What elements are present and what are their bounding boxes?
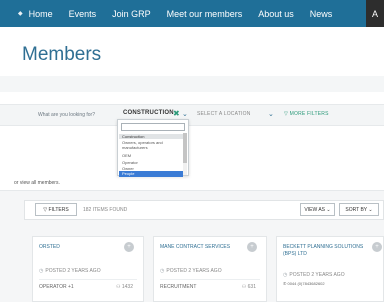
member-role: OPERATOR +1 <box>39 284 74 290</box>
member-card[interactable]: BECKETT PLANNING SOLUTIONS (BPS) LTD + ◷… <box>276 236 384 302</box>
posted-date: ◷ POSTED 2 YEARS AGO <box>39 268 101 274</box>
phone-number: ✆ 0044 (0)7843682602 <box>283 281 325 286</box>
location-chevron-down-icon[interactable]: ⌄ <box>268 110 274 118</box>
search-question-label: What are you looking for? <box>38 112 95 118</box>
posted-date: ◷ POSTED 2 YEARS AGO <box>283 272 345 278</box>
header-band <box>0 76 384 92</box>
category-select[interactable]: CONSTRUCTION <box>123 110 174 116</box>
dropdown-scrollbar-thumb[interactable] <box>183 133 187 163</box>
dropdown-search-input[interactable] <box>121 123 185 131</box>
member-role: RECRUITMENT <box>160 284 197 290</box>
clock-icon: ◷ <box>39 268 44 274</box>
dropdown-option[interactable]: Operator <box>119 160 183 165</box>
chevron-down-icon[interactable]: ⌄ <box>182 110 188 118</box>
add-icon[interactable]: + <box>124 242 134 252</box>
nav-truncated-item[interactable]: A <box>366 0 384 27</box>
dropdown-option[interactable]: Owners, operators and manufacturers <box>119 140 179 150</box>
card-divider <box>39 279 137 280</box>
dropdown-option[interactable]: OEM <box>119 153 183 158</box>
posted-text: POSTED 2 YEARS AGO <box>45 268 101 274</box>
clock-icon: ◷ <box>160 268 165 274</box>
clock-icon: ◷ <box>283 272 288 278</box>
filters-button[interactable]: ▽ FILTERS <box>35 203 77 216</box>
nav-home[interactable]: ◆ Home <box>0 0 61 27</box>
posted-text: POSTED 2 YEARS AGO <box>289 272 345 278</box>
dropdown-option-selected[interactable]: People <box>119 171 183 177</box>
dropdown-option-group-header[interactable]: Construction <box>119 134 183 139</box>
member-count-value: 631 <box>247 284 256 290</box>
nav-home-label: Home <box>28 8 53 19</box>
nav-events[interactable]: Events <box>61 0 105 27</box>
posted-text: POSTED 2 YEARS AGO <box>166 268 222 274</box>
nav-meet-our-members[interactable]: Meet our members <box>159 0 251 27</box>
card-divider <box>160 279 260 280</box>
member-count-value: 1432 <box>121 284 133 290</box>
home-icon: ◆ <box>18 11 23 17</box>
nav-join-grp[interactable]: Join GRP <box>104 0 159 27</box>
page-title: Members <box>22 44 102 65</box>
more-filters-button[interactable]: ▽ MORE FILTERS <box>284 111 329 117</box>
nav-news[interactable]: News <box>302 0 341 27</box>
view-all-members-link[interactable]: or view all members. <box>14 180 60 186</box>
view-as-button[interactable]: VIEW AS ⌄ <box>300 203 335 216</box>
search-bar: What are you looking for? CONSTRUCTION ✖… <box>0 104 384 126</box>
posted-date: ◷ POSTED 2 YEARS AGO <box>160 268 222 274</box>
category-dropdown: Construction Owners, operators and manuf… <box>117 119 189 177</box>
nav-about-us[interactable]: About us <box>250 0 302 27</box>
top-navigation: ◆ Home Events Join GRP Meet our members … <box>0 0 384 27</box>
member-count: ⚇ 631 <box>242 284 256 290</box>
add-icon[interactable]: + <box>372 242 382 252</box>
clear-icon[interactable]: ✖ <box>173 109 180 118</box>
member-card[interactable]: MANE CONTRACT SERVICES + ◷ POSTED 2 YEARS… <box>153 236 267 302</box>
member-name[interactable]: MANE CONTRACT SERVICES <box>160 244 260 251</box>
add-icon[interactable]: + <box>247 242 257 252</box>
location-select[interactable]: SELECT A LOCATION <box>197 111 251 117</box>
member-card[interactable]: ORSTED + ◷ POSTED 2 YEARS AGO OPERATOR +1… <box>32 236 144 302</box>
member-count: ⚇ 1432 <box>116 284 133 290</box>
sort-by-button[interactable]: SORT BY ⌄ <box>339 203 379 216</box>
member-name[interactable]: BECKETT PLANNING SOLUTIONS (BPS) LTD <box>283 244 367 258</box>
phone-value: 0044 (0)7843682602 <box>287 281 325 286</box>
items-found-count: 182 ITEMS FOUND <box>83 207 128 213</box>
